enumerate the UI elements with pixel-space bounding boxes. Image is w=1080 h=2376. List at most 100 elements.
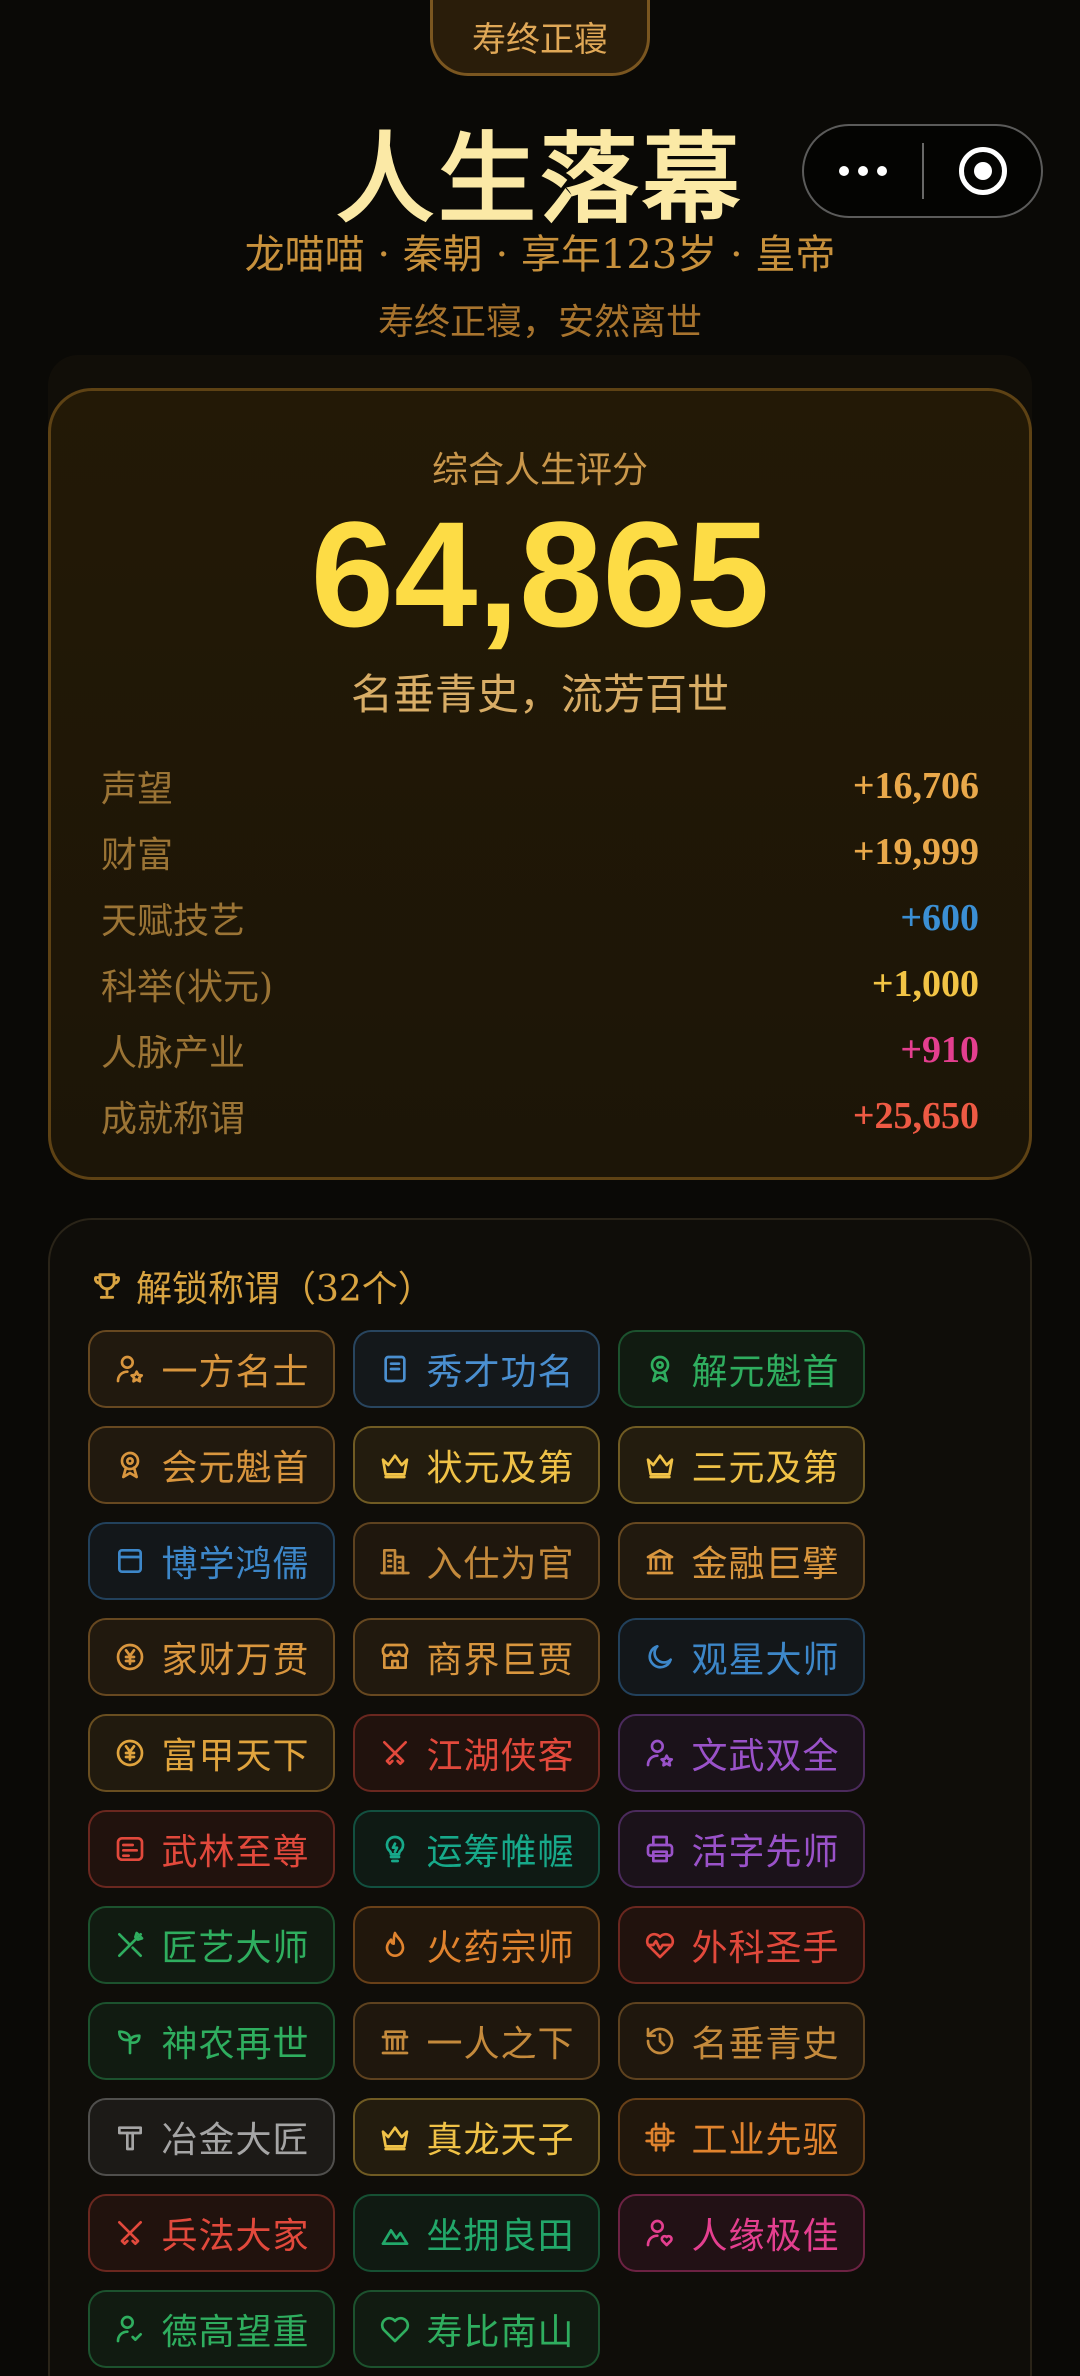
- title-chip-label: 家财万贯: [161, 1640, 310, 1681]
- score-row: 声望 +16,706: [101, 753, 979, 819]
- award-icon: [643, 1352, 677, 1386]
- titles-heading: 解锁称谓（32个）: [136, 1269, 434, 1310]
- title-chip[interactable]: 一方名士: [88, 1330, 335, 1408]
- title-chip[interactable]: 文武双全: [618, 1714, 865, 1792]
- title-chip-label: 真龙天子: [426, 2120, 575, 2161]
- award-icon: [113, 1448, 147, 1482]
- title-chip-label: 冶金大匠: [161, 2120, 310, 2161]
- title-chip-label: 金融巨擘: [691, 1544, 840, 1585]
- flame-icon: [378, 1928, 412, 1962]
- title-chip[interactable]: 寿比南山: [353, 2290, 600, 2368]
- title-chip[interactable]: 德高望重: [88, 2290, 335, 2368]
- score-row-label: 天赋技艺: [101, 901, 246, 942]
- score-row-label: 人脉产业: [101, 1033, 246, 1074]
- title-chip[interactable]: 状元及第: [353, 1426, 600, 1504]
- score-card: 综合人生评分 64,865 名垂青史，流芳百世 声望 +16,706 财富 +19,9…: [48, 388, 1032, 1180]
- yen-coin-icon: [113, 1736, 147, 1770]
- score-value: 64,865: [310, 490, 770, 658]
- title-chip[interactable]: 匠艺大师: [88, 1906, 335, 1984]
- building-icon: [378, 1544, 412, 1578]
- person-star-icon: [643, 1736, 677, 1770]
- title-chip-label: 外科圣手: [691, 1928, 840, 1969]
- title-chip[interactable]: 博学鸿儒: [88, 1522, 335, 1600]
- title-chip-label: 坐拥良田: [426, 2216, 575, 2257]
- score-row-value: +19,999: [852, 831, 979, 873]
- crown-icon: [378, 1448, 412, 1482]
- score-row-value: +910: [900, 1029, 979, 1071]
- title-chip[interactable]: 家财万贯: [88, 1618, 335, 1696]
- title-chip[interactable]: 一人之下: [353, 2002, 600, 2080]
- score-phrase: 名垂青史，流芳百世: [350, 670, 729, 719]
- score-row: 成就称谓 +25,650: [101, 1083, 979, 1149]
- title-chip[interactable]: 活字先师: [618, 1810, 865, 1888]
- title-chip-label: 德高望重: [161, 2312, 310, 2353]
- scroll-icon: [113, 1832, 147, 1866]
- score-row-label: 财富: [101, 835, 174, 876]
- history-icon: [643, 2024, 677, 2058]
- title-chip[interactable]: 坐拥良田: [353, 2194, 600, 2272]
- title-chip[interactable]: 富甲天下: [88, 1714, 335, 1792]
- crown-icon: [378, 2120, 412, 2154]
- score-row-label: 科举(状元): [101, 967, 274, 1008]
- landmark-icon: [378, 2024, 412, 2058]
- title-chip-label: 人缘极佳: [691, 2216, 840, 2257]
- mini-program-capsule: [802, 124, 1043, 218]
- score-row-value: +16,706: [852, 765, 979, 807]
- title-chip[interactable]: 人缘极佳: [618, 2194, 865, 2272]
- lightbulb-icon: [378, 1832, 412, 1866]
- more-options-icon[interactable]: [804, 126, 922, 216]
- title-chip[interactable]: 入仕为官: [353, 1522, 600, 1600]
- title-chip[interactable]: 江湖侠客: [353, 1714, 600, 1792]
- bank-icon: [643, 1544, 677, 1578]
- title-chip[interactable]: 兵法大家: [88, 2194, 335, 2272]
- person-star-icon: [113, 1352, 147, 1386]
- title-chip[interactable]: 名垂青史: [618, 2002, 865, 2080]
- title-chip-label: 富甲天下: [161, 1736, 310, 1777]
- crown-icon: [643, 1448, 677, 1482]
- person-heart-icon: [643, 2216, 677, 2250]
- title-chip[interactable]: 三元及第: [618, 1426, 865, 1504]
- title-chip[interactable]: 秀才功名: [353, 1330, 600, 1408]
- title-chip[interactable]: 会元魁首: [88, 1426, 335, 1504]
- title-chip[interactable]: 解元魁首: [618, 1330, 865, 1408]
- store-icon: [378, 1640, 412, 1674]
- title-chip-label: 火药宗师: [426, 1928, 575, 1969]
- window-icon: [113, 1544, 147, 1578]
- score-row-value: +1,000: [871, 963, 979, 1005]
- score-row-value: +25,650: [852, 1095, 979, 1137]
- title-chip[interactable]: 冶金大匠: [88, 2098, 335, 2176]
- book-icon: [378, 1352, 412, 1386]
- title-chip[interactable]: 真龙天子: [353, 2098, 600, 2176]
- heart-icon: [378, 2312, 412, 2346]
- yen-coin-icon: [113, 1640, 147, 1674]
- title-chip-label: 江湖侠客: [426, 1736, 575, 1777]
- title-chip-label: 文武双全: [691, 1736, 840, 1777]
- death-type-tag: 寿终正寝: [430, 0, 650, 76]
- title-chip[interactable]: 工业先驱: [618, 2098, 865, 2176]
- close-miniprogram-icon[interactable]: [924, 126, 1041, 216]
- title-chip-label: 博学鸿儒: [161, 1544, 310, 1585]
- title-chip[interactable]: 外科圣手: [618, 1906, 865, 1984]
- title-chip-label: 一方名士: [161, 1352, 310, 1393]
- title-chip-label: 匠艺大师: [161, 1928, 310, 1969]
- title-chip[interactable]: 观星大师: [618, 1618, 865, 1696]
- title-chip[interactable]: 运筹帷幄: [353, 1810, 600, 1888]
- score-label: 综合人生评分: [431, 450, 648, 491]
- title-chip[interactable]: 火药宗师: [353, 1906, 600, 1984]
- title-chip-label: 秀才功名: [426, 1352, 575, 1393]
- sprout-icon: [113, 2024, 147, 2058]
- title-chip-label: 一人之下: [426, 2024, 575, 2065]
- score-breakdown: 声望 +16,706 财富 +19,999 天赋技艺 +600 科举(状元) +1,000 人脉…: [101, 753, 979, 1149]
- title-chip[interactable]: 商界巨贾: [353, 1618, 600, 1696]
- title-chip-label: 运筹帷幄: [426, 1832, 575, 1873]
- printer-icon: [643, 1832, 677, 1866]
- chip-icon: [643, 2120, 677, 2154]
- title-chip-label: 武林至尊: [161, 1832, 310, 1873]
- title-chip[interactable]: 金融巨擘: [618, 1522, 865, 1600]
- title-chip[interactable]: 神农再世: [88, 2002, 335, 2080]
- title-chip-label: 解元魁首: [691, 1352, 840, 1393]
- title-chip[interactable]: 武林至尊: [88, 1810, 335, 1888]
- unlocked-titles-card: 解锁称谓（32个） 一方名士 秀才功名 解元魁首会元魁首 状元及第 三元及第博学鸿儒 入仕…: [48, 1218, 1032, 2376]
- trophy-icon: [94, 1273, 120, 1299]
- title-chip-label: 工业先驱: [691, 2120, 840, 2161]
